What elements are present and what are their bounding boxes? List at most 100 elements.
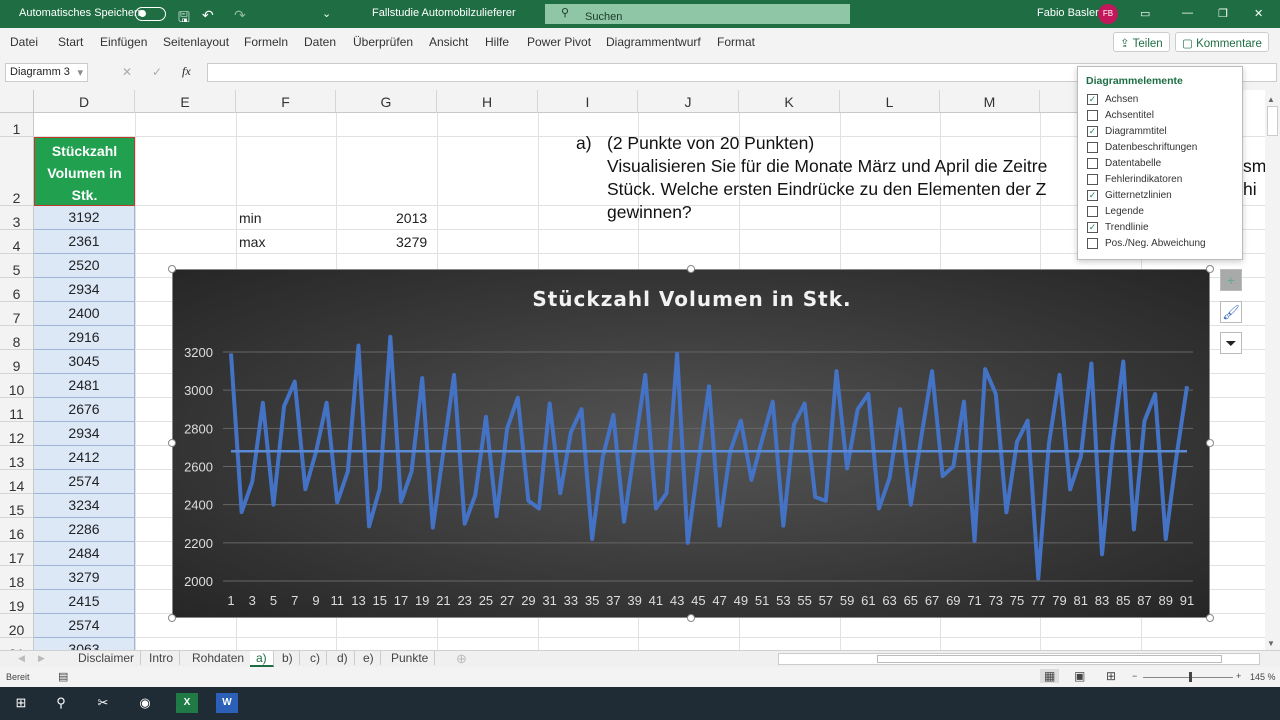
column-d-header-cell[interactable]: Stückzahl Volumen in Stk. [34,137,135,206]
enter-icon[interactable]: ✓ [152,65,162,79]
column-header-E[interactable]: E [135,90,236,113]
scroll-thumb[interactable] [1267,106,1278,136]
tab-start[interactable]: Start [58,35,83,49]
prev-sheet-icon[interactable]: ◀ [18,653,25,664]
cell-d[interactable]: 2481 [34,374,135,398]
checkbox[interactable] [1087,142,1098,153]
column-header-G[interactable]: G [336,90,437,113]
scroll-thumb[interactable] [877,655,1222,663]
cancel-icon[interactable]: ✕ [122,65,132,79]
search-icon[interactable]: ⚲ [50,693,72,713]
cell-d[interactable]: 2676 [34,398,135,422]
row-header-2[interactable]: 2 [0,137,34,206]
row-header-9[interactable]: 9 [0,350,34,374]
cell-d[interactable]: 2415 [34,590,135,614]
resize-handle[interactable] [168,439,176,447]
accessibility-icon[interactable]: ▤ [58,670,68,683]
chart-element-option[interactable]: ✓ Trendlinie [1087,222,1149,236]
row-header-16[interactable]: 16 [0,518,34,542]
normal-view-icon[interactable]: ▦ [1040,669,1060,683]
scroll-up-icon[interactable]: ▲ [1267,95,1275,104]
sheet-tab[interactable]: d) [331,651,355,665]
row-header-19[interactable]: 19 [0,590,34,614]
row-header-20[interactable]: 20 [0,614,34,638]
checkbox[interactable]: ✓ [1087,94,1098,105]
checkbox[interactable]: ✓ [1087,126,1098,137]
tab-datei[interactable]: Datei [10,35,38,49]
sheet-tab[interactable]: Intro [143,651,181,665]
tab-daten[interactable]: Daten [304,35,336,49]
ribbon-display-icon[interactable]: ▭ [1140,7,1150,20]
sheet-tab[interactable]: Punkte [385,651,436,665]
word-icon[interactable]: W [216,693,238,713]
chart-element-option[interactable]: Fehlerindikatoren [1087,174,1182,188]
resize-handle[interactable] [687,614,695,622]
tab-seitenlayout[interactable]: Seitenlayout [163,35,229,49]
row-header-14[interactable]: 14 [0,470,34,494]
column-header-F[interactable]: F [236,90,336,113]
obs-icon[interactable]: ◉ [134,693,156,713]
file-name[interactable]: Fallstudie Automobilzulieferer [372,7,516,19]
sheet-tab[interactable]: e) [357,651,381,665]
customize-icon[interactable]: ⌄ [322,7,331,20]
row-header-3[interactable]: 3 [0,206,34,230]
redo-icon[interactable]: ↷ [234,7,246,24]
max-label[interactable]: max [239,234,265,250]
tab-formeln[interactable]: Formeln [244,35,288,49]
column-header-M[interactable]: M [940,90,1040,113]
select-all-button[interactable] [0,90,34,113]
row-header-11[interactable]: 11 [0,398,34,422]
line-chart[interactable]: Stückzahl Volumen in Stk. 2000 2200 2400 260… [172,269,1210,618]
undo-icon[interactable]: ↶ [202,7,214,24]
tab-einfuegen[interactable]: Einfügen [100,35,147,49]
sheet-tab[interactable]: c) [304,651,327,665]
autosave-toggle[interactable] [135,7,166,21]
row-header-13[interactable]: 13 [0,446,34,470]
chart-element-option[interactable]: ✓ Gitternetzlinien [1087,190,1172,204]
checkbox[interactable]: ✓ [1087,222,1098,233]
chart-element-option[interactable]: Achsentitel [1087,110,1154,124]
min-label[interactable]: min [239,210,262,226]
zoom-slider[interactable] [1143,672,1233,682]
chart-element-option[interactable]: Pos./Neg. Abweichung [1087,238,1206,252]
sheet-tab[interactable]: Rohdaten [186,651,252,665]
sheet-tab[interactable]: a) [250,651,274,667]
zoom-in-icon[interactable]: + [1236,671,1241,681]
add-sheet-icon[interactable]: ⊕ [456,651,467,667]
row-header-17[interactable]: 17 [0,542,34,566]
close-icon[interactable]: ✕ [1254,7,1263,20]
cell-d[interactable]: 2934 [34,422,135,446]
tab-format[interactable]: Format [717,35,755,49]
maximize-icon[interactable]: ❐ [1218,7,1228,20]
resize-handle[interactable] [168,265,176,273]
comments-button[interactable]: ▢ Kommentare [1175,32,1269,52]
sheet-tab[interactable]: b) [276,651,300,665]
windows-start-icon[interactable]: ⊞ [10,693,32,713]
checkbox[interactable] [1087,174,1098,185]
chart-filters-button[interactable]: ⏷ [1220,332,1242,354]
tab-ansicht[interactable]: Ansicht [429,35,468,49]
next-sheet-icon[interactable]: ▶ [38,653,45,664]
chart-element-option[interactable]: ✓ Diagrammtitel [1087,126,1167,140]
tab-ueberpruefen[interactable]: Überprüfen [353,35,413,49]
resize-handle[interactable] [1206,265,1214,273]
excel-icon[interactable]: X [176,693,198,713]
checkbox[interactable]: ✓ [1087,190,1098,201]
row-header-12[interactable]: 12 [0,422,34,446]
avatar[interactable]: FB [1098,4,1118,24]
row-header-8[interactable]: 8 [0,326,34,350]
row-header-1[interactable]: 1 [0,113,34,137]
cell-d[interactable]: 2934 [34,278,135,302]
cell-d[interactable]: 2574 [34,614,135,638]
row-header-18[interactable]: 18 [0,566,34,590]
tab-power-pivot[interactable]: Power Pivot [527,35,591,49]
page-layout-icon[interactable]: ▣ [1074,669,1085,683]
resize-handle[interactable] [1206,614,1214,622]
tab-hilfe[interactable]: Hilfe [485,35,509,49]
column-header-L[interactable]: L [840,90,940,113]
cell-d[interactable]: 2520 [34,254,135,278]
cell-d[interactable]: 2574 [34,470,135,494]
checkbox[interactable] [1087,238,1098,249]
cell-d[interactable]: 2400 [34,302,135,326]
sheet-tab[interactable]: Disclaimer [72,651,142,665]
